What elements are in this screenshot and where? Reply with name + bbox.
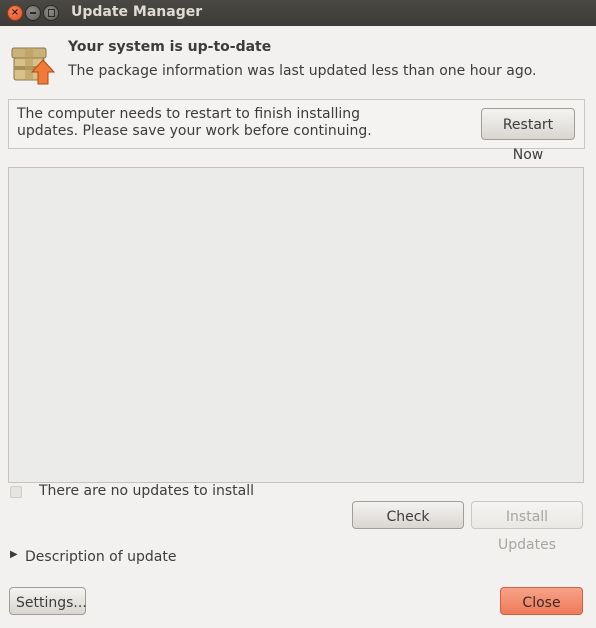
check-button[interactable]: Check [352,501,464,529]
title-bar[interactable]: × Update Manager [0,0,596,26]
window-minimize-icon[interactable] [25,5,41,21]
settings-button[interactable]: Settings... [9,587,87,615]
status-title: Your system is up-to-date [68,39,272,55]
description-expander[interactable]: Description of update [25,549,176,565]
updates-list[interactable] [8,167,584,483]
window-title: Update Manager [71,4,203,20]
restart-panel: The computer needs to restart to finish … [8,99,585,163]
updates-status-label: There are no updates to install [39,483,255,499]
window-maximize-icon[interactable] [43,5,59,21]
install-updates-button[interactable]: Install Updates [471,501,583,553]
restart-message: The computer needs to restart to finish … [17,106,372,139]
close-button[interactable]: Close [500,587,583,615]
package-update-icon [11,47,56,85]
updates-checkbox[interactable] [10,486,22,498]
window-close-icon[interactable]: × [7,5,23,21]
restart-now-button[interactable]: Restart Now [481,108,575,163]
expander-arrow-icon[interactable]: ▶ [10,549,18,560]
status-subtitle: The package information was last updated… [68,63,537,79]
update-manager-window: × Update Manager Your system is up-to-da… [0,0,596,628]
